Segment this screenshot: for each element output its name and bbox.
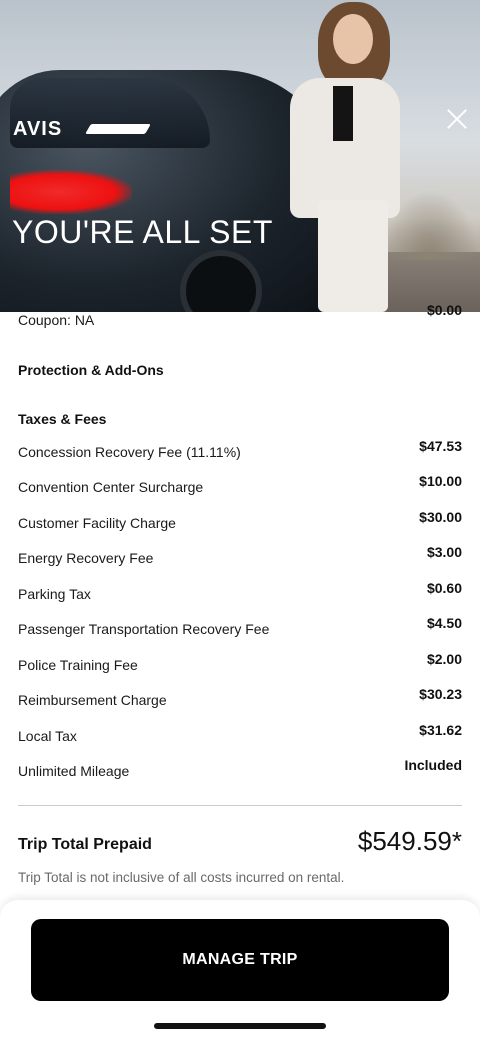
fee-label: Parking Tax bbox=[18, 586, 91, 602]
fee-label: Local Tax bbox=[18, 728, 77, 744]
coupon-amount: $0.00 bbox=[426, 302, 462, 318]
fee-label: Police Training Fee bbox=[18, 657, 138, 673]
fee-label: Customer Facility Charge bbox=[18, 515, 176, 531]
fee-row: Passenger Transportation Recovery Fee $4… bbox=[18, 615, 462, 637]
taxes-title: Taxes & Fees bbox=[18, 411, 107, 427]
trip-total-amount: $549.59* bbox=[357, 826, 462, 856]
fee-label: Unlimited Mileage bbox=[18, 763, 130, 779]
fee-label: Convention Center Surcharge bbox=[18, 479, 204, 495]
fee-amount: $0.60 bbox=[426, 580, 462, 596]
brand-logo: AVIS bbox=[13, 118, 63, 140]
fee-row: Energy Recovery Fee $3.00 bbox=[18, 544, 462, 566]
protection-title: Protection & Add-Ons bbox=[18, 362, 164, 378]
fee-row: Unlimited Mileage Included bbox=[18, 757, 462, 779]
trip-total-row: Trip Total Prepaid $549.59* bbox=[18, 826, 462, 867]
fee-amount: $3.00 bbox=[426, 544, 462, 560]
hero-image bbox=[0, 0, 480, 312]
fee-amount: $30.00 bbox=[419, 509, 462, 525]
manage-trip-button[interactable]: MANAGE TRIP bbox=[31, 919, 449, 1001]
fee-row: Local Tax $31.62 bbox=[18, 722, 462, 744]
coupon-label: Coupon: NA bbox=[18, 312, 95, 328]
fee-row: Parking Tax $0.60 bbox=[18, 580, 462, 602]
fee-label: Energy Recovery Fee bbox=[18, 550, 154, 566]
fee-row: Concession Recovery Fee (11.11%) $47.53 bbox=[18, 438, 462, 460]
fee-amount: $10.00 bbox=[419, 473, 462, 489]
fee-amount: $2.00 bbox=[426, 651, 462, 667]
fee-row: Convention Center Surcharge $10.00 bbox=[18, 473, 462, 495]
trip-total-note: Trip Total is not inclusive of all costs… bbox=[18, 870, 345, 885]
fee-amount: $47.53 bbox=[419, 438, 462, 454]
divider bbox=[18, 805, 462, 806]
fee-label: Reimbursement Charge bbox=[18, 692, 167, 708]
fee-amount: $31.62 bbox=[419, 722, 462, 738]
fee-label: Concession Recovery Fee (11.11%) bbox=[18, 444, 241, 460]
trip-total-label: Trip Total Prepaid bbox=[18, 836, 152, 853]
trip-total-note-row: Trip Total is not inclusive of all costs… bbox=[18, 870, 462, 885]
coupon-row: Coupon: NA $0.00 bbox=[18, 302, 462, 328]
home-indicator bbox=[154, 1023, 326, 1029]
protection-section: Protection & Add-Ons bbox=[18, 362, 462, 378]
redacted-name-scribble bbox=[10, 170, 132, 214]
close-icon[interactable] bbox=[446, 108, 468, 130]
fee-label: Passenger Transportation Recovery Fee bbox=[18, 621, 270, 637]
fee-row: Customer Facility Charge $30.00 bbox=[18, 509, 462, 531]
fee-row: Police Training Fee $2.00 bbox=[18, 651, 462, 673]
fee-amount: $4.50 bbox=[426, 615, 462, 631]
fee-amount: $30.23 bbox=[419, 686, 462, 702]
taxes-section: Taxes & Fees bbox=[18, 411, 462, 427]
page-title: YOU'RE ALL SET bbox=[12, 214, 273, 250]
brand-logo-mark bbox=[85, 124, 151, 134]
fee-amount: Included bbox=[404, 757, 462, 773]
fee-row: Reimbursement Charge $30.23 bbox=[18, 686, 462, 708]
